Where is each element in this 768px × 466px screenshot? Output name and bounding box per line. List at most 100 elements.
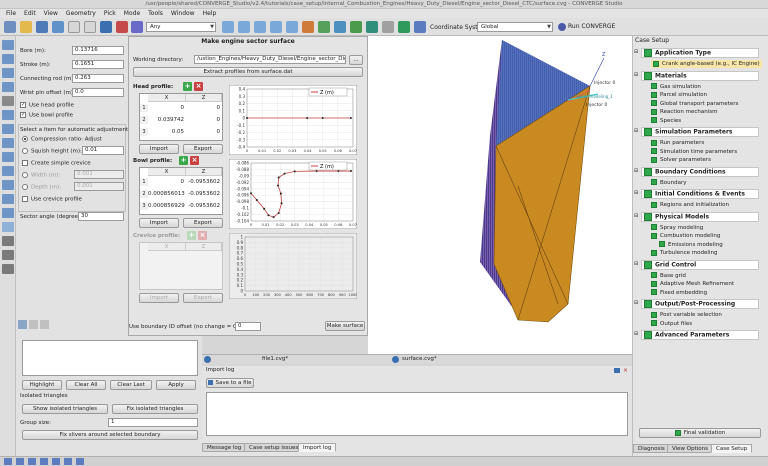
section-check-icon[interactable] xyxy=(644,190,652,198)
cell-x[interactable]: 0 xyxy=(148,178,185,186)
item-check-icon[interactable] xyxy=(651,280,657,287)
section-advanced-parameters[interactable]: Advanced Parameters xyxy=(641,330,759,340)
tool-edge-icon[interactable] xyxy=(2,124,14,134)
cell-z[interactable]: -0.0953602 xyxy=(186,202,220,210)
section-check-icon[interactable] xyxy=(644,212,652,221)
cell-z[interactable]: 0 xyxy=(186,128,221,136)
use-bowl-profile-checkbox[interactable]: ✓ Use bowl profile xyxy=(20,112,73,119)
collapse-icon[interactable]: ⊟ xyxy=(634,213,638,219)
delete-icon[interactable] xyxy=(116,21,128,33)
item-check-icon[interactable] xyxy=(651,83,657,89)
section-initial-conditions-events[interactable]: Initial Conditions & Events xyxy=(641,189,759,199)
surface-icon[interactable] xyxy=(302,21,314,33)
head-import-button[interactable]: Import xyxy=(139,144,179,154)
cell-x[interactable]: 0.000856013 xyxy=(148,190,185,198)
fix-slivers-button[interactable]: Fix slivers around selected boundary xyxy=(22,430,198,440)
section-check-icon[interactable] xyxy=(644,300,652,308)
menu-file[interactable]: File xyxy=(6,9,16,18)
menu-edit[interactable]: Edit xyxy=(24,9,36,18)
stroke-input[interactable]: 0.1651 xyxy=(72,60,124,69)
menu-geometry[interactable]: Geometry xyxy=(66,9,96,18)
mesh-icon[interactable] xyxy=(334,21,346,33)
tree-item-turbulence-modeling[interactable]: Turbulence modeling xyxy=(651,249,717,257)
cell-z[interactable]: 0 xyxy=(186,116,221,124)
squish-height-input[interactable]: 0.01 xyxy=(82,146,124,155)
tree-item-simulation-time-parameters[interactable]: Simulation time parameters xyxy=(651,148,737,156)
run-converge-button[interactable]: Run CONVERGE xyxy=(558,22,615,32)
item-check-icon[interactable] xyxy=(651,156,657,163)
panel-paste-icon[interactable] xyxy=(40,320,49,329)
section-check-icon[interactable] xyxy=(644,260,652,269)
status-print-icon[interactable] xyxy=(64,458,72,465)
tool-rotate-icon[interactable] xyxy=(2,54,14,64)
tool-translate-icon[interactable] xyxy=(2,82,14,92)
tree-item-spray-modeling[interactable]: Spray modeling xyxy=(651,224,703,232)
engine-sector-icon[interactable] xyxy=(366,21,378,33)
item-check-icon[interactable] xyxy=(651,201,657,208)
tree-item-fixed-embedding[interactable]: Fixed embedding xyxy=(651,289,707,297)
tool-boundary-icon[interactable] xyxy=(2,152,14,162)
tree-item-emissions-modeling[interactable]: Emissions modeling xyxy=(659,241,723,249)
section-check-icon[interactable] xyxy=(644,71,652,80)
section-check-icon[interactable] xyxy=(644,331,652,339)
tool-scale-icon[interactable] xyxy=(2,68,14,78)
menu-tools[interactable]: Tools xyxy=(148,9,163,18)
tree-item-global-transport-parameters[interactable]: Global transport parameters xyxy=(651,100,738,108)
item-check-icon[interactable] xyxy=(651,139,657,146)
save-icon[interactable] xyxy=(36,21,48,33)
collapse-icon[interactable]: ⊟ xyxy=(634,128,638,134)
item-check-icon[interactable] xyxy=(651,224,657,230)
menu-view[interactable]: View xyxy=(44,9,58,18)
view-iso-icon[interactable] xyxy=(270,21,282,33)
tool-normal-icon[interactable] xyxy=(2,194,14,204)
item-check-icon[interactable] xyxy=(651,108,657,115)
tree-item-parcel-simulation[interactable]: Parcel simulation xyxy=(651,91,707,99)
section-check-icon[interactable] xyxy=(644,167,652,176)
section-output-post-processing[interactable]: Output/Post-Processing xyxy=(641,299,759,309)
use-head-profile-checkbox[interactable]: ✓ Use head profile xyxy=(20,102,74,109)
tree-item-adaptive-mesh-refinement[interactable]: Adaptive Mesh Refinement xyxy=(651,280,734,288)
wrist-pin-input[interactable]: 0.0 xyxy=(72,88,124,97)
section-check-icon[interactable] xyxy=(644,128,652,136)
tool-triangle-icon[interactable] xyxy=(2,138,14,148)
item-check-icon[interactable] xyxy=(651,249,657,256)
tree-item-crank-angle-based-e-g-ic-engine-[interactable]: Crank angle-based (e.g., IC Engine) xyxy=(651,60,762,68)
section-grid-control[interactable]: Grid Control xyxy=(641,259,759,270)
tree-item-combustion-modeling[interactable]: Combustion modeling xyxy=(651,232,720,240)
tree-item-post-variable-selection[interactable]: Post variable selection xyxy=(651,311,722,319)
item-check-icon[interactable] xyxy=(651,148,657,154)
tool-mesh-icon[interactable] xyxy=(2,236,14,246)
tree-item-output-files[interactable]: Output files xyxy=(651,320,692,328)
coordinate-system-combo[interactable]: Global ▼ xyxy=(477,22,553,32)
spray-icon[interactable] xyxy=(414,21,426,33)
fix-isolated-triangles-button[interactable]: Fix isolated triangles xyxy=(112,404,198,414)
tree-item-run-parameters[interactable]: Run parameters xyxy=(651,139,704,147)
item-check-icon[interactable] xyxy=(653,60,659,67)
close-icon[interactable]: × xyxy=(623,367,628,374)
list-icon[interactable] xyxy=(382,21,394,33)
tab-diagnosis[interactable]: Diagnosis xyxy=(633,444,670,453)
head-profile-table[interactable]: X Z 1 0 0 2 0.039742 0 3 0.05 0 xyxy=(139,93,223,141)
collapse-icon[interactable]: ⊟ xyxy=(634,168,638,174)
collapse-icon[interactable]: ⊟ xyxy=(634,300,638,306)
tab-surface[interactable]: surface.cvg* xyxy=(402,356,437,362)
section-materials[interactable]: Materials xyxy=(641,70,759,81)
bowl-export-button[interactable]: Export xyxy=(183,218,223,228)
compression-ratio-radio[interactable]: Compression ratio: Adjust xyxy=(22,136,102,143)
tool-transform-icon[interactable] xyxy=(2,40,14,50)
status-help-icon[interactable] xyxy=(76,458,84,465)
tree-item-gas-simulation[interactable]: Gas simulation xyxy=(651,83,701,91)
status-light-icon[interactable] xyxy=(28,458,36,465)
item-check-icon[interactable] xyxy=(659,241,665,247)
tool-wrench-icon[interactable] xyxy=(2,264,14,274)
tool-grid-icon[interactable] xyxy=(2,166,14,176)
float-icon[interactable] xyxy=(614,368,620,373)
view-side-icon[interactable] xyxy=(238,21,250,33)
status-wire-icon[interactable] xyxy=(16,458,24,465)
item-check-icon[interactable] xyxy=(651,311,657,318)
browse-button[interactable]: ... xyxy=(349,55,363,65)
bowl-remove-icon[interactable]: × xyxy=(190,156,199,165)
create-simple-crevice-checkbox[interactable]: Create simple crevice xyxy=(22,160,91,167)
item-check-icon[interactable] xyxy=(651,117,657,123)
item-check-icon[interactable] xyxy=(651,289,657,295)
